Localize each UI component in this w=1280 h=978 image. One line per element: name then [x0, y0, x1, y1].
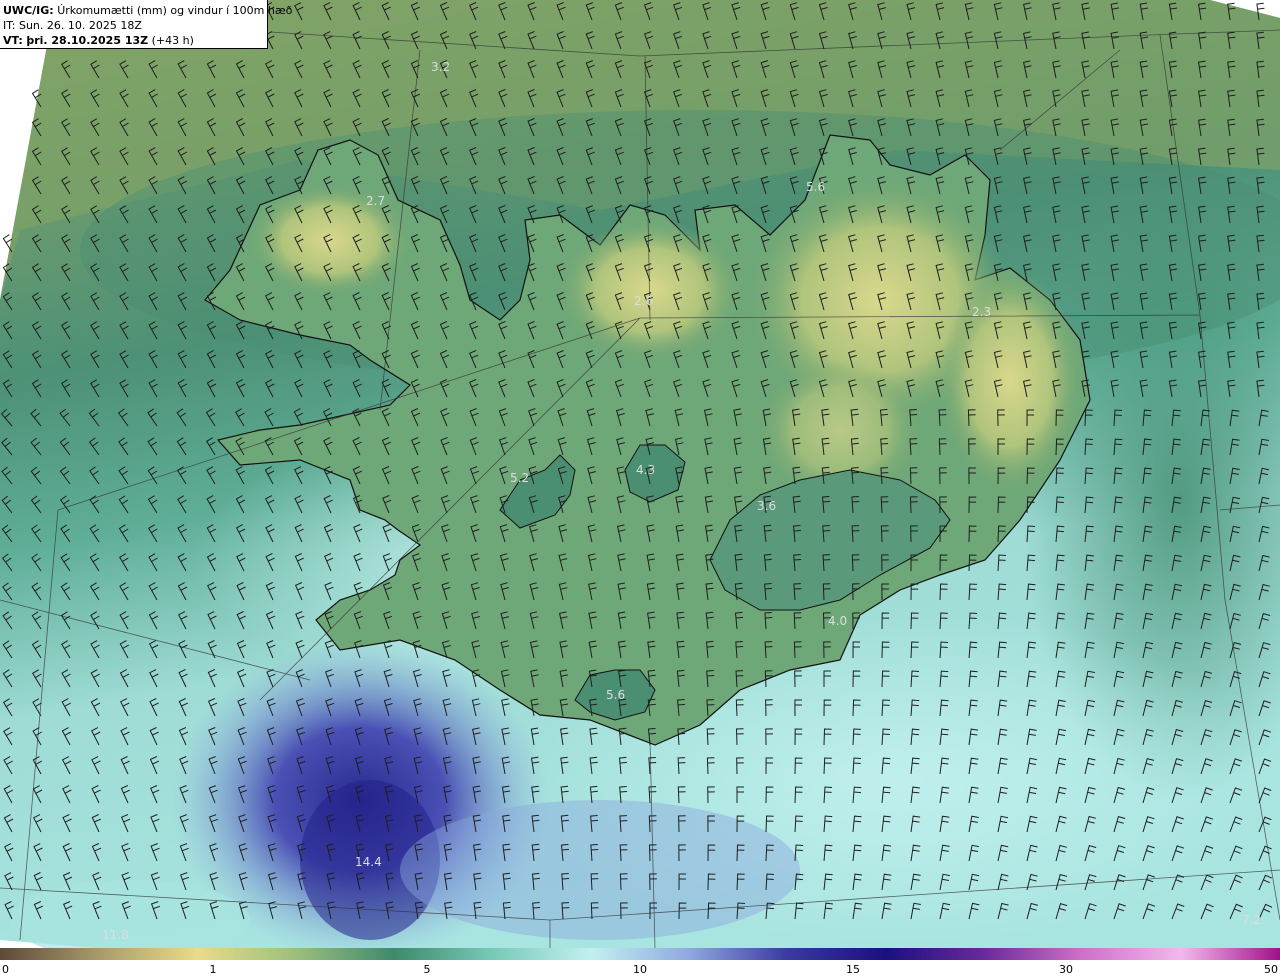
colorbar: 0 1 5 10 15 30 50	[0, 948, 1280, 978]
label-3-6: 3.6	[757, 499, 776, 513]
model-name: UWC/IG:	[3, 4, 54, 17]
map-info-box: UWC/IG: Úrkomumætti (mm) og vindur í 100…	[0, 0, 292, 49]
label-2-3: 2.3	[972, 305, 991, 319]
label-2-6: 2.6	[634, 294, 653, 308]
colorbar-tick-0: 0	[2, 963, 9, 976]
label-5-2: 5.2	[510, 471, 529, 485]
valid-time: þri. 28.10.2025 13Z	[26, 34, 149, 47]
colorbar-gradient	[0, 948, 1280, 960]
colorbar-tick-10: 10	[633, 963, 647, 976]
map-title: Úrkomumætti (mm) og vindur í 100m hæð	[57, 4, 293, 17]
label-2-7: 2.7	[366, 194, 385, 208]
colorbar-tick-30: 30	[1059, 963, 1073, 976]
label-11-8: 11.8	[102, 928, 129, 942]
label-3-2: 3.2	[431, 60, 450, 74]
colorbar-tick-15: 15	[846, 963, 860, 976]
init-time: IT: Sun. 26. 10. 2025 18Z	[3, 19, 142, 32]
label-5-6-north: 5.6	[806, 180, 825, 194]
precipitation-wind-map: 3.2 2.7 5.6 2.6 2.3 5.2 4.3 3.6 4.0 5.6 …	[0, 0, 1280, 948]
colorbar-tick-50: 50	[1264, 963, 1278, 976]
colorbar-tick-1: 1	[209, 963, 217, 976]
label-7-2: 7.2	[1242, 913, 1261, 927]
label-4-3: 4.3	[636, 463, 655, 477]
label-5-6-south: 5.6	[606, 688, 625, 702]
valid-time-label: VT:	[3, 34, 23, 47]
colorbar-tick-5: 5	[423, 963, 431, 976]
lead-time: (+43 h)	[151, 34, 194, 47]
label-14-4: 14.4	[355, 855, 382, 869]
label-4-0: 4.0	[828, 614, 847, 628]
